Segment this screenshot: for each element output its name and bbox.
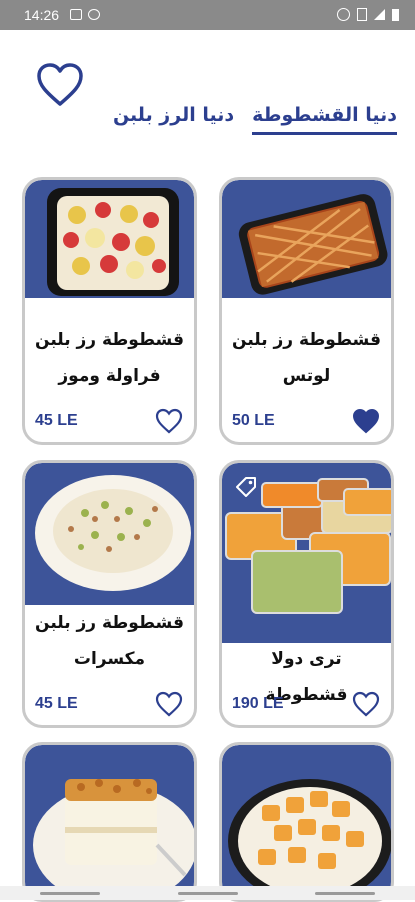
tag-icon [236, 477, 256, 497]
product-card[interactable]: قشطوطة رز بلبن لوتس 50 LE [219, 177, 394, 445]
product-card[interactable]: ترى دولا قشطوطة 190 LE [219, 460, 394, 728]
product-card[interactable]: قشطوطة رز بلبن فراولة وموز 45 LE [22, 177, 197, 445]
gallery-notification-icon [70, 9, 82, 20]
product-title: قشطوطة رز بلبن لوتس [232, 330, 381, 386]
product-image [25, 463, 194, 605]
signal-icon [374, 9, 385, 20]
product-price: 190 LE [232, 695, 284, 712]
status-bar: 14:26 [0, 0, 415, 30]
favorite-heart-icon[interactable] [352, 691, 380, 717]
nav-back[interactable] [40, 892, 100, 895]
product-title: قشطوطة رز بلبن فراولة وموز [31, 322, 188, 394]
product-card[interactable]: قشطوطة رز بلبن مكسرات 45 LE [22, 460, 197, 728]
product-price: 45 LE [35, 412, 78, 429]
battery-icon [392, 8, 399, 21]
product-image [222, 180, 391, 298]
product-card[interactable] [22, 742, 197, 902]
nav-recents[interactable] [315, 892, 375, 895]
product-price: 45 LE [35, 695, 78, 712]
tab-qashtouta[interactable]: دنيا القشطوطة [252, 104, 397, 135]
favorites-heart-icon[interactable] [36, 62, 84, 108]
product-image [25, 180, 194, 298]
favorite-heart-icon[interactable] [155, 691, 183, 717]
vibrate-icon [357, 8, 367, 21]
product-title-text: قشطوطة رز بلبن فراولة وموز [35, 330, 184, 386]
category-tabs: دنيا القشطوطة دنيا الرز بلبن [113, 104, 397, 135]
product-image [222, 745, 391, 899]
product-card[interactable] [219, 742, 394, 902]
product-price: 50 LE [232, 412, 275, 429]
favorite-heart-icon[interactable] [155, 408, 183, 434]
product-title: قشطوطة رز بلبن مكسرات [35, 613, 184, 669]
favorite-heart-icon[interactable] [352, 408, 380, 434]
nav-home[interactable] [178, 892, 238, 895]
tab-rice-pudding[interactable]: دنيا الرز بلبن [113, 104, 234, 135]
notification-icon [88, 9, 100, 20]
status-time: 14:26 [24, 7, 60, 23]
system-nav-bar [0, 886, 415, 900]
product-image [25, 745, 194, 899]
alarm-icon [337, 8, 350, 21]
